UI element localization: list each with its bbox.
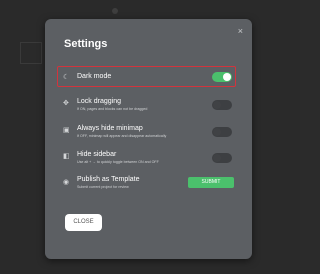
setting-description: Use alt + → to quickly toggle between ON…	[77, 160, 159, 164]
setting-label: Publish as Template	[77, 176, 140, 183]
toggle-knob	[213, 128, 221, 136]
setting-lock-dragging: ✥ Lock dragging If ON, pages and blocks …	[63, 97, 243, 113]
toggle-knob	[213, 154, 221, 162]
setting-description: Submit current project for review	[77, 185, 129, 189]
settings-modal: Settings × ☾ Dark mode ✥ Lock dragging I…	[45, 19, 252, 259]
close-button[interactable]: CLOSE	[65, 214, 102, 231]
hide-sidebar-toggle[interactable]	[212, 153, 232, 163]
setting-hide-minimap: ▣ Always hide minimap If OFF, minimap wi…	[63, 124, 243, 140]
setting-description: If ON, pages and blocks can not be dragg…	[77, 107, 148, 111]
setting-publish-template: ◉ Publish as Template Submit current pro…	[63, 175, 243, 191]
background-block	[20, 42, 42, 64]
minimap-icon: ▣	[63, 127, 70, 134]
setting-label: Always hide minimap	[77, 125, 143, 132]
submit-button[interactable]: SUBMIT	[188, 177, 234, 188]
lock-dragging-toggle[interactable]	[212, 100, 232, 110]
highlight-box	[57, 66, 236, 87]
setting-label: Hide sidebar	[77, 151, 117, 158]
modal-title: Settings	[64, 38, 108, 50]
setting-hide-sidebar: ◧ Hide sidebar Use alt + → to quickly to…	[63, 150, 243, 166]
background-dot	[112, 8, 118, 14]
hide-minimap-toggle[interactable]	[212, 127, 232, 137]
toggle-knob	[213, 101, 221, 109]
eye-icon: ◉	[63, 179, 70, 186]
setting-description: If OFF, minimap will appear and disappea…	[77, 134, 167, 138]
close-icon[interactable]: ×	[238, 26, 243, 36]
sidebar-icon: ◧	[63, 153, 70, 160]
lock-drag-icon: ✥	[63, 100, 69, 107]
setting-label: Lock dragging	[77, 98, 121, 105]
